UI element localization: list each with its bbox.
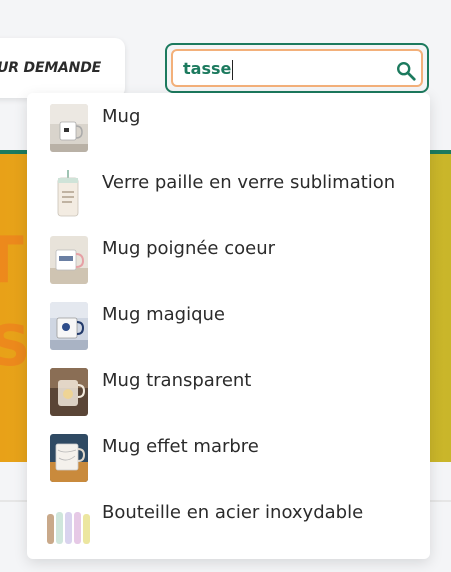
heart-mug-thumbnail	[50, 236, 88, 284]
search-field-frame: tasse	[171, 49, 423, 87]
search-suggestions-dropdown: Mug Verre paille en verre sublimation Mu…	[27, 93, 430, 559]
search-box: tasse	[165, 43, 429, 93]
suggestion-label: Mug	[102, 106, 141, 127]
magic-mug-thumbnail	[50, 302, 88, 350]
suggestion-item[interactable]: Mug poignée coeur	[27, 227, 430, 293]
suggestion-label: Mug poignée coeur	[102, 238, 276, 259]
glass-thumbnail	[54, 170, 82, 218]
suggestion-item[interactable]: Verre paille en verre sublimation	[27, 161, 430, 227]
suggestion-item[interactable]: Bouteille en acier inoxydable	[27, 491, 430, 557]
suggestion-label: Verre paille en verre sublimation	[102, 172, 396, 193]
nav-custom-request-label: UR DEMANDE	[0, 60, 101, 76]
suggestion-label: Bouteille en acier inoxydable	[102, 502, 364, 523]
suggestion-item[interactable]: Mug magique	[27, 293, 430, 359]
marble-mug-thumbnail	[50, 434, 88, 482]
nav-custom-request[interactable]: UR DEMANDE	[0, 38, 125, 98]
suggestion-item[interactable]: Mug effet marbre	[27, 425, 430, 491]
mug-thumbnail	[50, 104, 88, 152]
text-caret	[232, 59, 234, 80]
suggestion-label: Mug magique	[102, 304, 225, 325]
banner-text-line2: S	[0, 314, 31, 379]
suggestion-label: Mug effet marbre	[102, 436, 259, 457]
suggestion-item[interactable]: Mug	[27, 95, 430, 161]
search-icon[interactable]	[395, 60, 417, 82]
search-input-value: tasse	[183, 59, 232, 78]
bottle-thumbnail	[44, 500, 94, 548]
suggestion-item[interactable]: Mug transparent	[27, 359, 430, 425]
transparent-mug-thumbnail	[50, 368, 88, 416]
page: UR DEMANDE T' S tasse	[0, 0, 451, 572]
search-input[interactable]: tasse	[183, 57, 383, 81]
suggestion-label: Mug transparent	[102, 370, 252, 391]
